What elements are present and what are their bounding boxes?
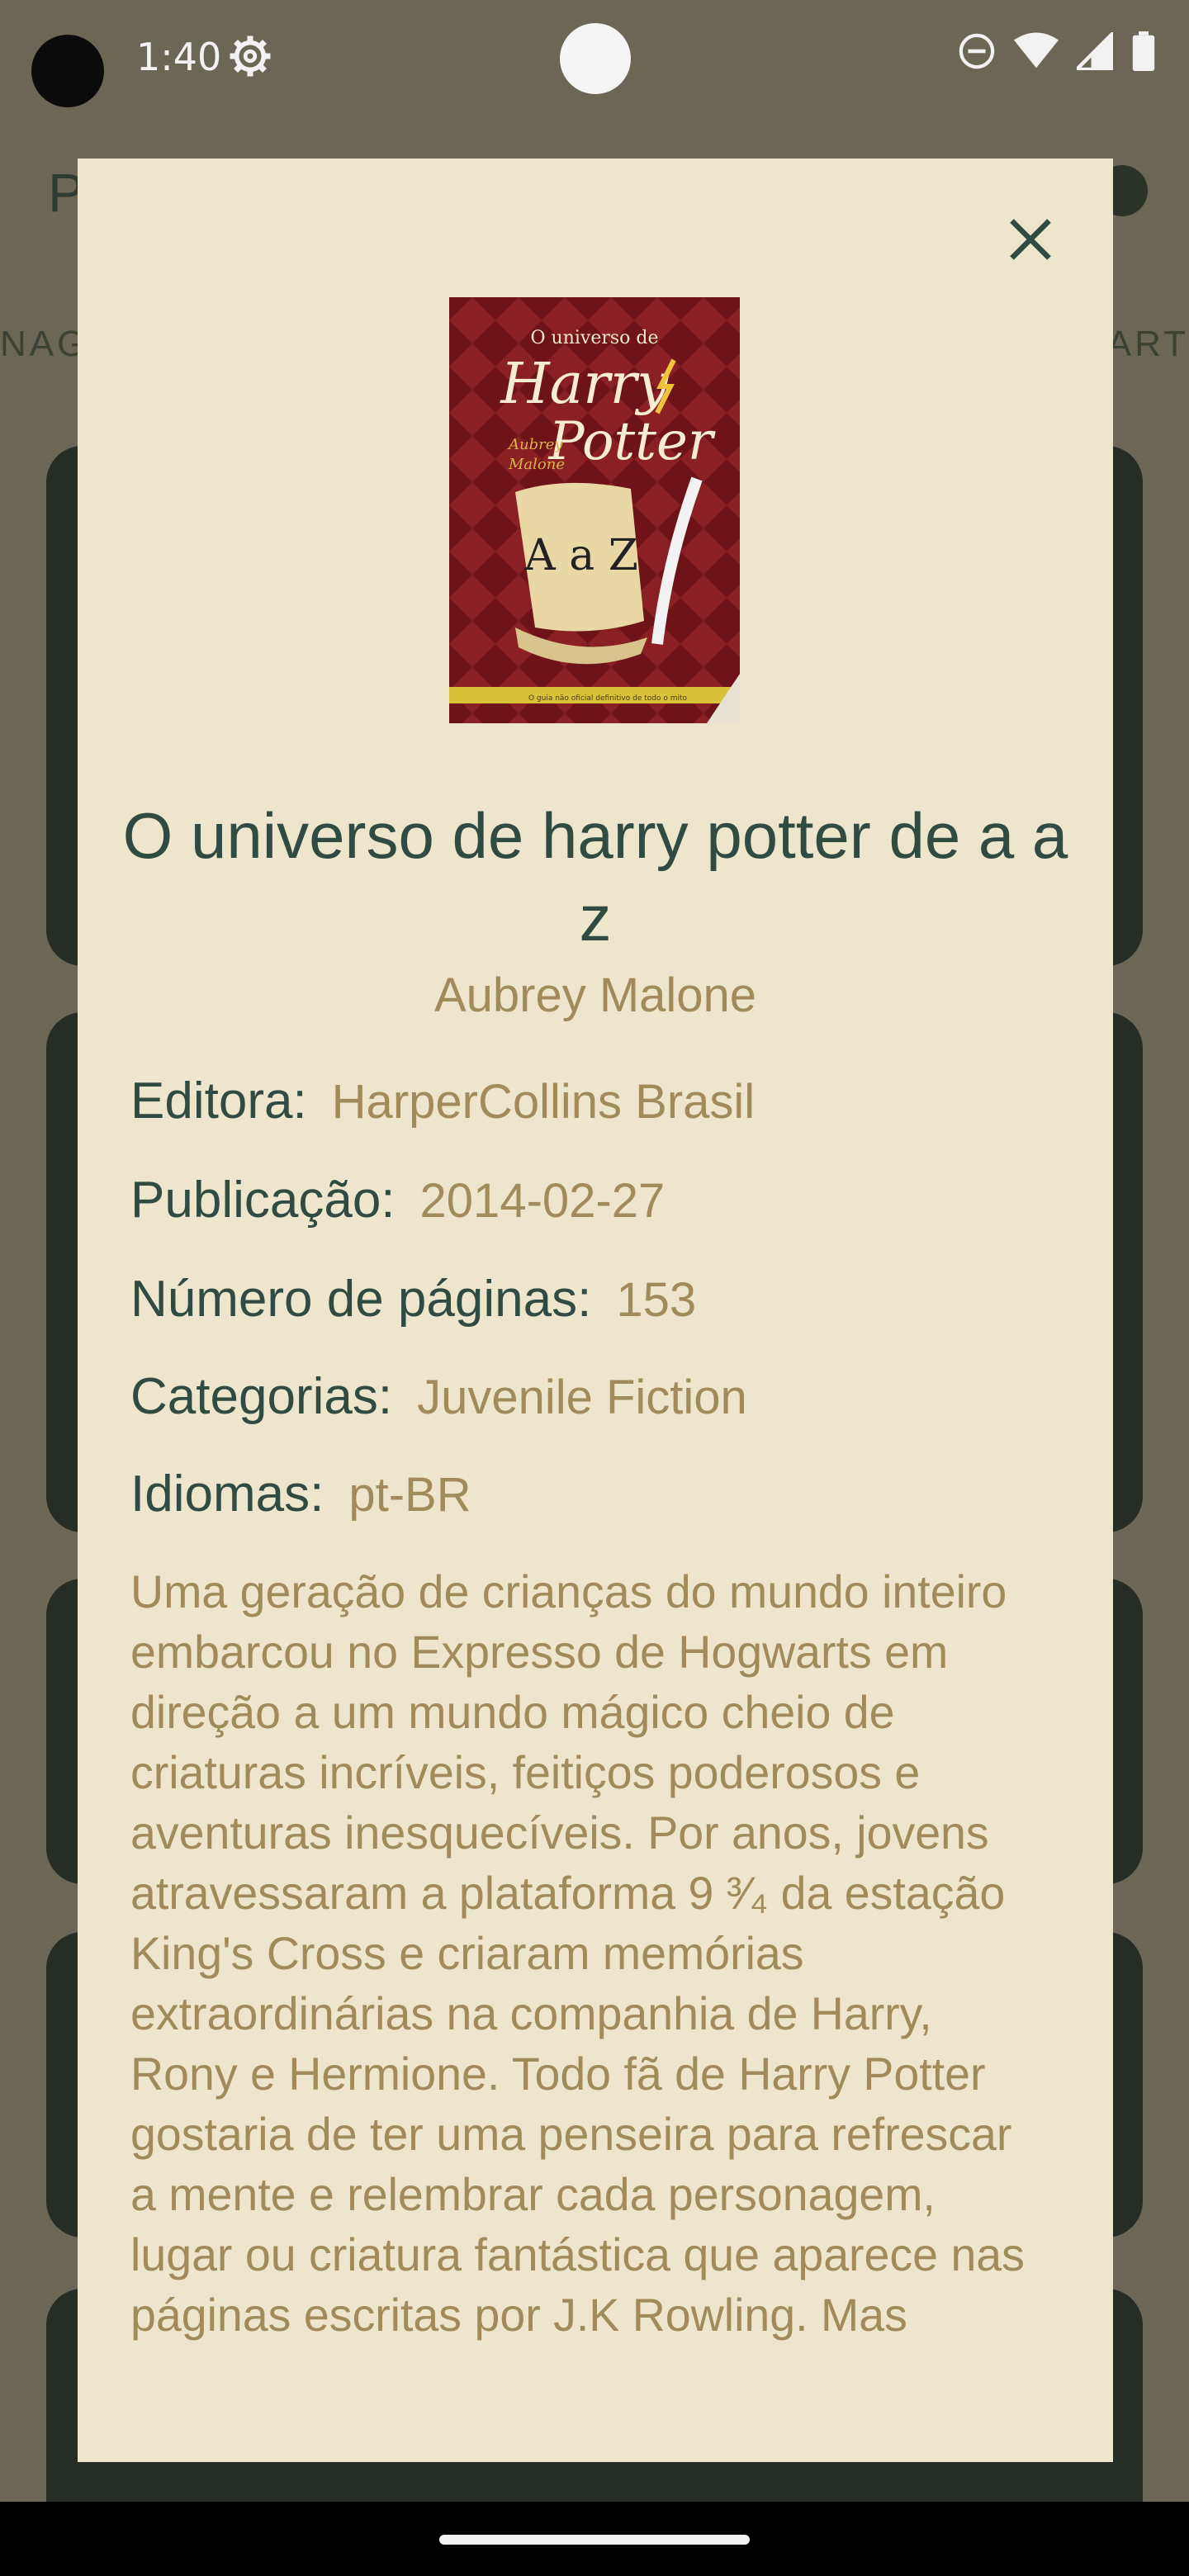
pages-row: Número de páginas: 153: [130, 1267, 696, 1333]
book-details-dialog: O universo de Harry Potter Aubrey Malone…: [78, 159, 1113, 2462]
status-bar: 1:40: [0, 0, 1189, 116]
book-author: Aubrey Malone: [433, 968, 757, 1022]
cover-text-line1: O universo de: [531, 328, 659, 348]
pages-label: Número de páginas:: [130, 1271, 592, 1328]
battery-icon: [1132, 31, 1155, 71]
front-camera-cutout: [31, 35, 104, 107]
tab-left[interactable]: NAG: [0, 324, 88, 365]
publisher-label: Editora:: [130, 1073, 307, 1129]
do-not-disturb-icon: [959, 33, 995, 69]
status-time: 1:40: [136, 35, 222, 79]
publisher-row: Editora: HarperCollins Brasil: [130, 1068, 755, 1135]
book-title: O universo de harry potter de a a z: [122, 799, 1068, 954]
signal-icon: [1077, 32, 1113, 70]
status-icons: [958, 31, 1156, 71]
categories-label: Categorias:: [130, 1368, 393, 1425]
cover-text-potter: Potter: [548, 411, 716, 472]
publisher-value: HarperCollins Brasil: [331, 1075, 756, 1129]
wifi-icon: [1014, 32, 1059, 69]
book-cover-image: O universo de Harry Potter Aubrey Malone…: [449, 297, 740, 723]
languages-value: pt-BR: [348, 1468, 471, 1522]
languages-label: Idiomas:: [130, 1466, 324, 1522]
cover-author-line1: Aubrey: [507, 436, 563, 453]
cover-tagline: O guia não oficial definitivo de todo o …: [528, 694, 688, 703]
tab-right[interactable]: ART: [1107, 324, 1189, 365]
cover-text-harry: Harry: [499, 352, 670, 417]
book-description: Uma geração de crianças do mundo inteiro…: [130, 1566, 1025, 2341]
pages-value: 153: [616, 1273, 697, 1327]
center-indicator: [560, 23, 631, 94]
settings-gear-icon: [230, 36, 271, 77]
languages-row: Idiomas: pt-BR: [130, 1461, 471, 1528]
close-icon[interactable]: [1006, 215, 1055, 264]
cover-author-line2: Malone: [508, 456, 565, 473]
publication-row: Publicação: 2014-02-27: [130, 1167, 665, 1234]
publication-label: Publicação:: [130, 1172, 396, 1229]
categories-row: Categorias: Juvenile Fiction: [130, 1364, 747, 1431]
cover-az: A a Z: [523, 531, 638, 580]
publication-value: 2014-02-27: [419, 1174, 666, 1228]
home-gesture-handle[interactable]: [439, 2535, 750, 2545]
categories-value: Juvenile Fiction: [417, 1371, 747, 1424]
